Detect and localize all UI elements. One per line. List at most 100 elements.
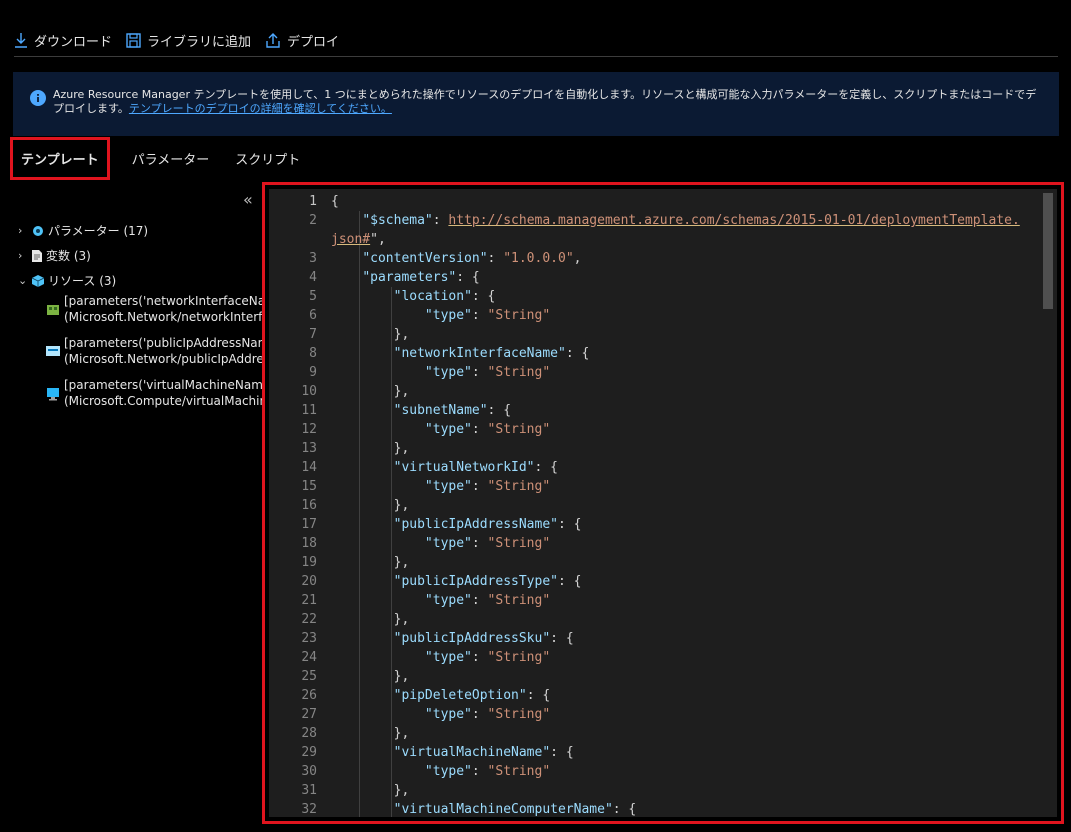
line-number: 21 (301, 593, 317, 608)
line-number: 1 (309, 194, 317, 209)
document-icon (31, 249, 43, 263)
line-number-gutter: 1 2 3 4 5 6 7 8 9 10 11 12 13 14 15 16 1… (269, 192, 317, 817)
resource-name: [parameters('virtualMachineName (64, 378, 262, 392)
line-number: 2 (309, 213, 317, 228)
line-number: 27 (301, 707, 317, 722)
tree-node-resources[interactable]: ⌄ リソース (3) (18, 268, 262, 293)
line-number: 12 (301, 422, 317, 437)
line-number: 16 (301, 498, 317, 513)
deploy-button[interactable]: デプロイ (265, 31, 339, 50)
tree-label-variables: 変数 (3) (46, 249, 91, 263)
code-line: "contentVersion": "1.0.0.0", (362, 251, 582, 266)
code-line: "networkInterfaceName": { (393, 346, 590, 361)
code-line: }, (331, 783, 410, 798)
template-editor-highlight: 1 2 3 4 5 6 7 8 9 10 11 12 13 14 15 16 1… (262, 182, 1064, 824)
line-number: 5 (309, 289, 317, 304)
code-line: "location": { (393, 289, 496, 304)
code-line: "parameters": { (362, 270, 480, 285)
line-number: 26 (301, 688, 317, 703)
tab-parameters[interactable]: パラメーター (122, 138, 220, 178)
code-line: }, (331, 726, 410, 741)
resource-type: (Microsoft.Network/publicIpAddre (64, 352, 262, 366)
line-number: 11 (301, 403, 317, 418)
line-number: 6 (309, 308, 317, 323)
line-number: 24 (301, 650, 317, 665)
virtual-machine-icon (46, 387, 60, 401)
tree-label-resources: リソース (3) (48, 274, 117, 288)
cube-icon (31, 274, 45, 288)
resource-name: [parameters('publicIpAddressNam (64, 336, 262, 350)
resource-item-public-ip[interactable]: [parameters('publicIpAddressNam (Microsof… (46, 335, 262, 377)
info-banner: Azure Resource Manager テンプレートを使用して、1 つにま… (13, 72, 1059, 136)
code-line: }, (331, 669, 410, 684)
download-label: ダウンロード (34, 34, 113, 50)
code-line: }, (331, 384, 410, 399)
deploy-label: デプロイ (287, 34, 340, 50)
line-number: 13 (301, 441, 317, 456)
code-line: }, (331, 555, 410, 570)
code-line: "virtualMachineComputerName": { (393, 802, 637, 817)
line-number: 8 (309, 346, 317, 361)
tab-script[interactable]: スクリプト (225, 138, 310, 178)
command-bar: ダウンロード ライブラリに追加 デプロイ (14, 26, 1071, 54)
gear-icon (31, 224, 45, 238)
tree-node-parameters[interactable]: › パラメーター (17) (18, 218, 262, 243)
code-editor[interactable]: 1 2 3 4 5 6 7 8 9 10 11 12 13 14 15 16 1… (269, 189, 1057, 817)
code-line: }, (331, 612, 410, 627)
upload-icon (266, 33, 280, 48)
line-number: 10 (301, 384, 317, 399)
code-line: }, (331, 498, 410, 513)
add-library-button[interactable]: ライブラリに追加 (126, 31, 251, 50)
code-content: { "$schema": http://schema.management.az… (331, 192, 1039, 817)
code-line: "type": "String" (424, 593, 551, 608)
line-number: 22 (301, 612, 317, 627)
line-number: 17 (301, 517, 317, 532)
line-number: 4 (309, 270, 317, 285)
line-number: 7 (309, 327, 317, 342)
line-number: 15 (301, 479, 317, 494)
code-line: "subnetName": { (393, 403, 512, 418)
resource-type: (Microsoft.Network/networkInterfa (64, 310, 262, 324)
chevron-down-icon: ⌄ (18, 274, 28, 287)
line-number: 31 (301, 783, 317, 798)
resource-item-network-interface[interactable]: [parameters('networkInterfaceNam (Microso… (46, 293, 262, 335)
learn-more-link[interactable]: テンプレートのデプロイの詳細を確認してください。 (129, 102, 392, 115)
line-number: 28 (301, 726, 317, 741)
code-line: "virtualNetworkId": { (393, 460, 558, 475)
network-interface-icon (46, 303, 60, 317)
code-line: "type": "String" (424, 308, 551, 323)
toolbar-divider (14, 56, 1058, 57)
vertical-scrollbar-thumb[interactable] (1043, 193, 1053, 309)
code-line: "type": "String" (424, 365, 551, 380)
tab-bar: テンプレート パラメーター スクリプト (10, 136, 310, 180)
tree-label-parameters: パラメーター (17) (48, 224, 149, 238)
resource-name: [parameters('networkInterfaceNam (64, 294, 262, 308)
code-line: "type": "String" (424, 764, 551, 779)
line-number: 30 (301, 764, 317, 779)
code-line: "publicIpAddressSku": { (393, 631, 574, 646)
tab-template[interactable]: テンプレート (10, 136, 110, 180)
line-number: 3 (309, 251, 317, 266)
chevron-right-icon: › (18, 224, 23, 237)
code-line: "type": "String" (424, 707, 551, 722)
code-line: "$schema": http://schema.management.azur… (362, 213, 1020, 228)
code-line: "publicIpAddressType": { (393, 574, 582, 589)
code-line: { (331, 194, 339, 209)
resource-item-virtual-machine[interactable]: [parameters('virtualMachineName (Microsof… (46, 377, 262, 419)
code-line: "type": "String" (424, 422, 551, 437)
line-number: 19 (301, 555, 317, 570)
code-line: "type": "String" (424, 479, 551, 494)
code-line: "publicIpAddressName": { (393, 517, 582, 532)
code-line: "type": "String" (424, 536, 551, 551)
line-number: 20 (301, 574, 317, 589)
code-line: "pipDeleteOption": { (393, 688, 551, 703)
line-number (269, 230, 317, 249)
save-icon (126, 32, 141, 48)
tree-node-variables[interactable]: › 変数 (3) (18, 243, 262, 268)
download-button[interactable]: ダウンロード (14, 31, 112, 50)
collapse-pane-button[interactable]: « (243, 190, 253, 209)
resource-type: (Microsoft.Compute/virtualMachin (64, 394, 262, 408)
chevron-right-icon: › (18, 249, 23, 262)
code-line: json#", (331, 232, 386, 247)
code-line: "virtualMachineName": { (393, 745, 574, 760)
